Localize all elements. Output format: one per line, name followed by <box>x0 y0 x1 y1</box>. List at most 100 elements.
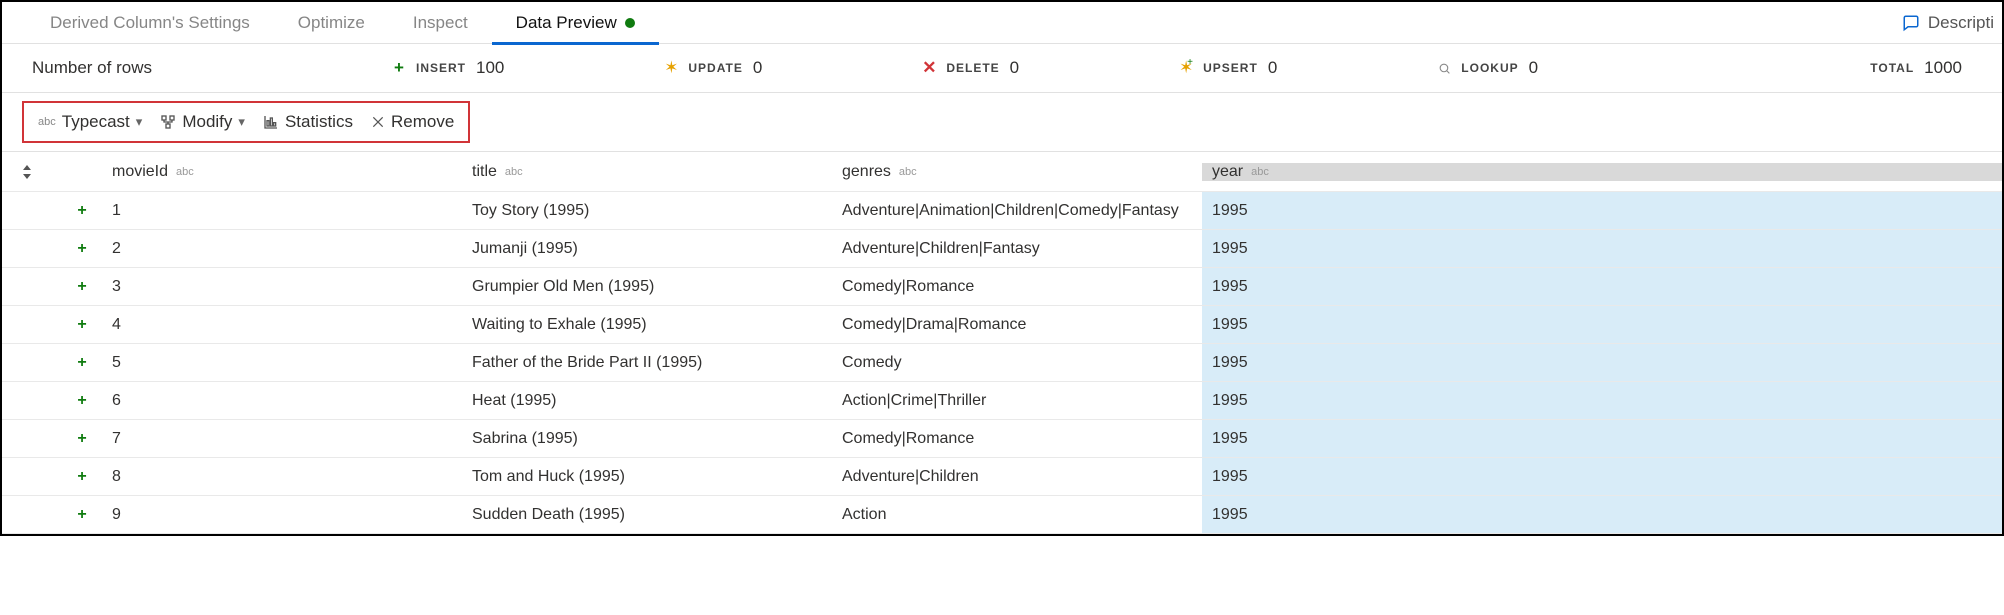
tab-label: Inspect <box>413 2 468 44</box>
column-header-genres[interactable]: genres abc <box>842 163 1202 181</box>
stat-value: 0 <box>1010 58 1019 78</box>
x-icon: ✕ <box>922 61 936 75</box>
stat-label: UPDATE <box>688 61 742 75</box>
search-icon <box>1437 61 1451 75</box>
statistics-button[interactable]: Statistics <box>263 112 353 132</box>
tab-label: Optimize <box>298 2 365 44</box>
cell-year: 1995 <box>1202 268 2002 305</box>
cell-movieid: 1 <box>112 202 472 220</box>
table-row[interactable]: +6Heat (1995)Action|Crime|Thriller1995 <box>2 382 2002 420</box>
stat-upsert: ✶+ UPSERT 0 <box>1179 58 1277 78</box>
cell-genres: Comedy <box>842 354 1202 372</box>
cell-year: 1995 <box>1202 306 2002 343</box>
type-icon: abc <box>899 166 917 178</box>
cell-year: 1995 <box>1202 496 2002 533</box>
tab-label: Data Preview <box>516 2 617 44</box>
row-expand-icon[interactable]: + <box>52 468 112 486</box>
modify-button[interactable]: Modify ▾ <box>160 112 245 132</box>
cell-year: 1995 <box>1202 382 2002 419</box>
cell-title: Tom and Huck (1995) <box>472 468 842 486</box>
cell-movieid: 2 <box>112 240 472 258</box>
row-expand-icon[interactable]: + <box>52 316 112 334</box>
star-icon: ✶ <box>664 61 678 75</box>
remove-button[interactable]: Remove <box>371 112 454 132</box>
column-label: genres <box>842 163 891 181</box>
abc-icon: abc <box>38 116 56 128</box>
stat-label: LOOKUP <box>1461 61 1518 75</box>
column-header-year[interactable]: year abc <box>1202 163 2002 181</box>
column-label: title <box>472 163 497 181</box>
cell-genres: Action <box>842 506 1202 524</box>
row-expand-icon[interactable]: + <box>52 392 112 410</box>
cell-title: Jumanji (1995) <box>472 240 842 258</box>
stat-label: INSERT <box>416 61 466 75</box>
table-row[interactable]: +1Toy Story (1995)Adventure|Animation|Ch… <box>2 192 2002 230</box>
close-icon <box>371 115 385 129</box>
cell-movieid: 3 <box>112 278 472 296</box>
cell-movieid: 4 <box>112 316 472 334</box>
stat-value: 1000 <box>1924 58 1962 78</box>
cell-movieid: 8 <box>112 468 472 486</box>
cell-genres: Comedy|Romance <box>842 430 1202 448</box>
table-row[interactable]: +9Sudden Death (1995)Action1995 <box>2 496 2002 534</box>
data-table: movieId abc title abc genres abc year ab… <box>2 151 2002 534</box>
table-row[interactable]: +4Waiting to Exhale (1995)Comedy|Drama|R… <box>2 306 2002 344</box>
chevron-down-icon: ▾ <box>238 114 245 130</box>
button-label: Statistics <box>285 112 353 132</box>
table-row[interactable]: +5Father of the Bride Part II (1995)Come… <box>2 344 2002 382</box>
cell-genres: Adventure|Children|Fantasy <box>842 240 1202 258</box>
table-row[interactable]: +7Sabrina (1995)Comedy|Romance1995 <box>2 420 2002 458</box>
cell-title: Toy Story (1995) <box>472 202 842 220</box>
cell-title: Heat (1995) <box>472 392 842 410</box>
table-row[interactable]: +8Tom and Huck (1995)Adventure|Children1… <box>2 458 2002 496</box>
cell-genres: Comedy|Romance <box>842 278 1202 296</box>
cell-title: Sabrina (1995) <box>472 430 842 448</box>
cell-genres: Adventure|Children <box>842 468 1202 486</box>
tab-derived-column-settings[interactable]: Derived Column's Settings <box>26 2 274 44</box>
stat-label: DELETE <box>946 61 999 75</box>
cell-year: 1995 <box>1202 192 2002 229</box>
row-expand-icon[interactable]: + <box>52 278 112 296</box>
tab-optimize[interactable]: Optimize <box>274 2 389 44</box>
column-toolbar: abc Typecast ▾ Modify ▾ Statistics Remov… <box>22 101 470 143</box>
tab-bar: Derived Column's Settings Optimize Inspe… <box>2 2 2002 44</box>
description-link[interactable]: Descripti <box>1902 13 2002 33</box>
row-expand-icon[interactable]: + <box>52 202 112 220</box>
column-header-title[interactable]: title abc <box>472 163 842 181</box>
stat-update: ✶ UPDATE 0 <box>664 58 762 78</box>
cell-year: 1995 <box>1202 458 2002 495</box>
table-row[interactable]: +3Grumpier Old Men (1995)Comedy|Romance1… <box>2 268 2002 306</box>
cell-title: Grumpier Old Men (1995) <box>472 278 842 296</box>
stat-lookup: LOOKUP 0 <box>1437 58 1538 78</box>
row-expand-icon[interactable]: + <box>52 354 112 372</box>
tab-data-preview[interactable]: Data Preview <box>492 2 659 44</box>
cell-movieid: 5 <box>112 354 472 372</box>
cell-year: 1995 <box>1202 230 2002 267</box>
cell-genres: Adventure|Animation|Children|Comedy|Fant… <box>842 202 1202 220</box>
modify-icon <box>160 114 176 130</box>
chevron-down-icon: ▾ <box>136 114 143 130</box>
comment-icon <box>1902 14 1920 32</box>
sort-control[interactable] <box>2 165 52 179</box>
row-expand-icon[interactable]: + <box>52 506 112 524</box>
cell-movieid: 6 <box>112 392 472 410</box>
cell-genres: Action|Crime|Thriller <box>842 392 1202 410</box>
row-stats-bar: Number of rows + INSERT 100 ✶ UPDATE 0 ✕… <box>2 44 2002 92</box>
upsert-icon: ✶+ <box>1179 61 1193 75</box>
stat-label: TOTAL <box>1870 61 1914 75</box>
stat-total: TOTAL 1000 <box>1870 58 1962 78</box>
button-label: Modify <box>182 112 232 132</box>
tab-inspect[interactable]: Inspect <box>389 2 492 44</box>
stat-value: 100 <box>476 58 504 78</box>
row-expand-icon[interactable]: + <box>52 430 112 448</box>
table-header-row: movieId abc title abc genres abc year ab… <box>2 152 2002 192</box>
type-icon: abc <box>1251 166 1269 178</box>
table-row[interactable]: +2Jumanji (1995)Adventure|Children|Fanta… <box>2 230 2002 268</box>
row-expand-icon[interactable]: + <box>52 240 112 258</box>
cell-title: Father of the Bride Part II (1995) <box>472 354 842 372</box>
button-label: Remove <box>391 112 454 132</box>
column-header-movieid[interactable]: movieId abc <box>112 163 472 181</box>
rows-label: Number of rows <box>32 58 392 78</box>
column-toolbar-row: abc Typecast ▾ Modify ▾ Statistics Remov… <box>2 92 2002 151</box>
typecast-button[interactable]: abc Typecast ▾ <box>38 112 142 132</box>
